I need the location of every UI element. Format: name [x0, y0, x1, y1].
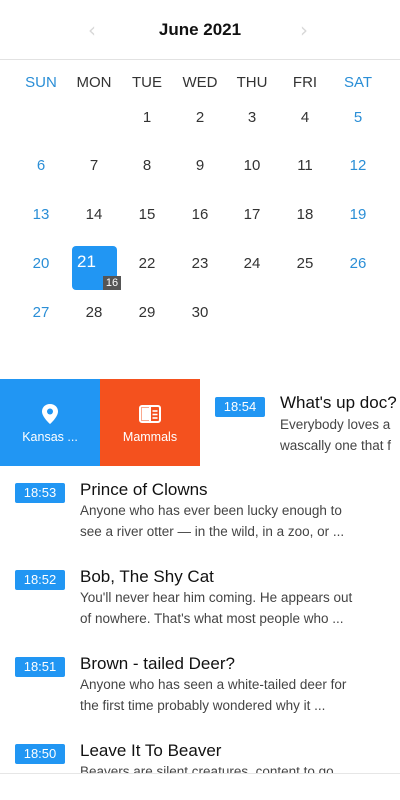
- calendar-day[interactable]: 20: [15, 242, 67, 290]
- map-pin-icon: [42, 404, 58, 424]
- weekday-header: SUN MON TUE WED THU FRI SAT: [0, 74, 400, 96]
- calendar-day[interactable]: 29: [121, 291, 173, 339]
- post-excerpt-line-1: You'll never hear him coming. He appears…: [80, 590, 353, 605]
- calendar-day[interactable]: 24: [226, 242, 278, 290]
- category-action-button[interactable]: Mammals: [100, 379, 200, 466]
- weekday-thu: THU: [236, 74, 268, 91]
- calendar-day[interactable]: 8: [121, 144, 173, 192]
- calendar-day[interactable]: 14: [68, 193, 120, 241]
- weekday-sun: SUN: [25, 74, 57, 91]
- calendar-day[interactable]: 18: [279, 193, 331, 241]
- calendar-day[interactable]: 1: [121, 96, 173, 144]
- location-action-label: Kansas ...: [22, 430, 78, 444]
- calendar-day[interactable]: 22: [121, 242, 173, 290]
- calendar-day[interactable]: 27: [15, 291, 67, 339]
- calendar-day[interactable]: 4: [279, 96, 331, 144]
- post-list-item[interactable]: 18:52 Bob, The Shy Cat You'll never hear…: [0, 565, 400, 635]
- calendar-day[interactable]: 23: [174, 242, 226, 290]
- post-time-badge: 18:53: [15, 483, 65, 503]
- post-title: What's up doc?: [280, 393, 397, 412]
- post-title: Prince of Clowns: [80, 480, 208, 499]
- post-list-item-swiped[interactable]: 18:54 What's up doc? Everybody loves a w…: [200, 379, 400, 466]
- calendar-day[interactable]: 2: [174, 96, 226, 144]
- post-excerpt-line-1: Anyone who has ever been lucky enough to: [80, 503, 342, 518]
- post-list-item[interactable]: 18:50 Leave It To Beaver Beavers are sil…: [0, 739, 400, 773]
- calendar-day[interactable]: 17: [226, 193, 278, 241]
- post-title: Bob, The Shy Cat: [80, 567, 214, 586]
- post-time-badge: 18:54: [215, 397, 265, 417]
- post-time-badge: 18:52: [15, 570, 65, 590]
- calendar-day[interactable]: 10: [226, 144, 278, 192]
- bottom-bar: [0, 773, 400, 800]
- weekday-mon: MON: [76, 74, 112, 91]
- calendar-day[interactable]: 6: [15, 144, 67, 192]
- post-time-badge: 18:51: [15, 657, 65, 677]
- weekday-tue: TUE: [132, 74, 162, 91]
- post-excerpt-line-2: of nowhere. That's what most people who …: [80, 611, 344, 626]
- selected-day-number[interactable]: 21: [77, 252, 96, 272]
- calendar-grid: 21 16 1 2 3 4 5 6 7 8 9 10 11 12 13 14 15 16 17 18 19 20 22 2…: [0, 96, 400, 346]
- category-action-label: Mammals: [122, 430, 178, 444]
- weekday-sat: SAT: [343, 74, 373, 91]
- location-action-button[interactable]: Kansas ...: [0, 379, 100, 466]
- month-title: June 2021: [158, 20, 242, 39]
- post-excerpt-line-1: Everybody loves a: [280, 417, 391, 432]
- post-excerpt-line-2: see a river otter — in the wild, in a zo…: [80, 524, 345, 539]
- calendar-day[interactable]: 28: [68, 291, 120, 339]
- post-excerpt-line-2: wascally one that f: [280, 438, 392, 453]
- book-open-icon: [139, 405, 161, 423]
- calendar-day[interactable]: 11: [279, 144, 331, 192]
- swiped-post-row: Kansas ... Mammals 18:54 What's up doc? …: [0, 379, 400, 466]
- post-list-item[interactable]: 18:51 Brown - tailed Deer? Anyone who ha…: [0, 652, 400, 722]
- calendar-day[interactable]: 9: [174, 144, 226, 192]
- weekday-fri: FRI: [292, 74, 318, 91]
- calendar-header: ‹ June 2021 ›: [0, 0, 400, 60]
- calendar-day[interactable]: 12: [332, 144, 384, 192]
- calendar-day[interactable]: 26: [332, 242, 384, 290]
- weekday-wed: WED: [182, 74, 218, 91]
- post-title: Leave It To Beaver: [80, 741, 222, 760]
- calendar-day[interactable]: 25: [279, 242, 331, 290]
- calendar-day[interactable]: 15: [121, 193, 173, 241]
- calendar-day[interactable]: 19: [332, 193, 384, 241]
- calendar-day[interactable]: 5: [332, 96, 384, 144]
- post-excerpt-line-1: Anyone who has seen a white-tailed deer …: [80, 677, 347, 692]
- calendar-day[interactable]: 16: [174, 193, 226, 241]
- post-list-item[interactable]: 18:53 Prince of Clowns Anyone who has ev…: [0, 478, 400, 548]
- post-excerpt-line-1: Beavers are silent creatures, content to…: [80, 764, 334, 773]
- chevron-right-icon[interactable]: ›: [292, 18, 316, 42]
- calendar-day[interactable]: 30: [174, 291, 226, 339]
- calendar-day[interactable]: 3: [226, 96, 278, 144]
- post-time-badge: 18:50: [15, 744, 65, 764]
- selected-day-post-count: 16: [103, 276, 121, 290]
- calendar-day[interactable]: 7: [68, 144, 120, 192]
- post-excerpt-line-2: the first time probably wondered why it …: [80, 698, 326, 713]
- calendar-day[interactable]: 13: [15, 193, 67, 241]
- post-title: Brown - tailed Deer?: [80, 654, 235, 673]
